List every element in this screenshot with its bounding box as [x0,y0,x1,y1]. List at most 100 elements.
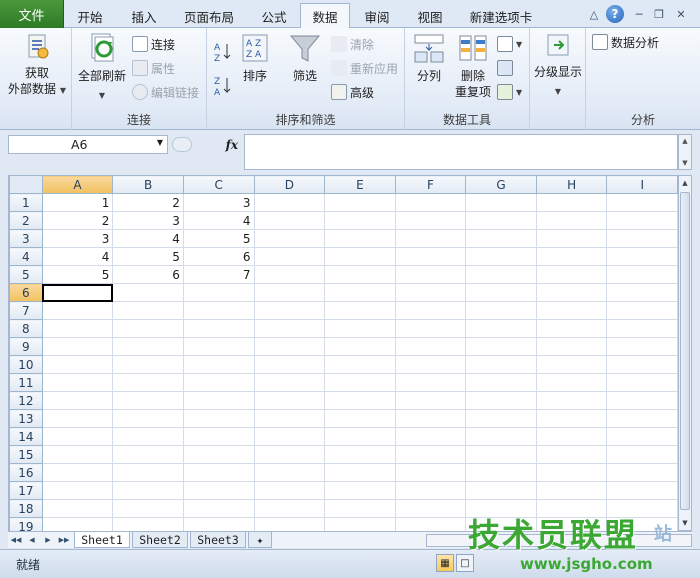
cell[interactable] [41,463,114,482]
cell[interactable] [606,355,678,374]
cell[interactable] [324,391,396,410]
column-header-c[interactable]: C [182,175,255,194]
cell[interactable] [606,337,678,356]
column-header-f[interactable]: F [394,175,467,194]
cell[interactable] [394,427,467,446]
cell[interactable]: 2 [41,211,114,230]
cell[interactable] [606,481,678,500]
page-layout-view-icon[interactable]: □ [456,554,474,572]
cell[interactable] [253,373,326,392]
scroll-up-icon[interactable]: ▲ [679,176,691,190]
cell[interactable] [535,265,608,284]
row-header[interactable]: 16 [9,463,43,482]
cell[interactable]: 3 [112,211,184,230]
cell[interactable] [253,499,326,518]
select-all-corner[interactable] [9,175,43,194]
cell[interactable]: 4 [41,247,114,266]
cell[interactable] [394,193,467,212]
cell[interactable] [182,517,255,531]
cell[interactable] [253,409,326,428]
cell[interactable] [394,247,467,266]
cell[interactable] [253,319,326,338]
sheet-tab-sheet3[interactable]: Sheet3 [190,532,246,548]
cell[interactable] [394,481,467,500]
name-box-dropdown-icon[interactable]: ▼ [157,138,163,147]
cell[interactable] [324,427,396,446]
remove-duplicates-button[interactable]: 删除 重复项 [451,32,495,100]
cell[interactable] [253,481,326,500]
cell[interactable] [535,427,608,446]
cell[interactable] [535,481,608,500]
cell[interactable] [324,193,396,212]
scroll-down-icon[interactable]: ▼ [679,516,691,530]
prev-sheet-icon[interactable]: ◀ [26,533,38,547]
next-sheet-icon[interactable]: ▶ [42,533,54,547]
cell[interactable] [112,337,184,356]
cell[interactable] [182,445,255,464]
row-header[interactable]: 4 [9,247,43,266]
row-header[interactable]: 18 [9,499,43,518]
column-header-a[interactable]: A [41,175,114,194]
cell[interactable] [112,481,184,500]
close-icon[interactable]: ✕ [672,5,690,23]
cell[interactable]: 2 [112,193,184,212]
cell[interactable] [394,319,467,338]
cell[interactable] [253,337,326,356]
column-header-g[interactable]: G [465,175,537,194]
column-header-i[interactable]: I [606,175,678,194]
cell[interactable] [606,463,678,482]
formula-bar-expand[interactable]: ▲ ▼ [678,134,692,170]
cell[interactable] [253,283,326,302]
reapply-button[interactable]: 重新应用 [331,58,398,78]
cell[interactable] [465,409,537,428]
text-to-columns-button[interactable]: 分列 [409,32,449,84]
cell[interactable] [112,373,184,392]
properties-button[interactable]: 属性 [132,58,175,78]
cell[interactable]: 5 [182,229,255,248]
minimize-icon[interactable]: ─ [630,5,648,23]
cell[interactable] [535,211,608,230]
cell[interactable] [253,193,326,212]
cell[interactable] [465,319,537,338]
cell[interactable]: 5 [112,247,184,266]
cell[interactable] [535,193,608,212]
row-header[interactable]: 3 [9,229,43,248]
filter-button[interactable]: 筛选 [285,32,325,84]
advanced-filter-button[interactable]: 高级 [331,82,374,102]
cell[interactable] [535,409,608,428]
cell[interactable] [41,373,114,392]
cell[interactable] [112,283,184,302]
cell[interactable]: 6 [112,265,184,284]
cell[interactable] [606,193,678,212]
row-header[interactable]: 7 [9,301,43,320]
cell[interactable] [606,319,678,338]
cell[interactable] [606,301,678,320]
cell[interactable] [324,301,396,320]
cell[interactable] [324,463,396,482]
row-header[interactable]: 6 [9,283,43,302]
cell[interactable] [41,337,114,356]
row-header[interactable]: 1 [9,193,43,212]
consolidate-button[interactable] [497,58,516,78]
cell[interactable] [394,301,467,320]
get-external-data-button[interactable]: 获取 外部数据 ▼ [6,32,68,99]
cell[interactable] [606,445,678,464]
cell[interactable] [182,283,255,302]
cell[interactable] [394,409,467,428]
cell[interactable] [41,391,114,410]
column-header-e[interactable]: E [324,175,396,194]
cell[interactable] [465,391,537,410]
cell[interactable] [253,463,326,482]
cell[interactable] [253,229,326,248]
cell[interactable] [182,427,255,446]
cell[interactable] [324,319,396,338]
cell[interactable]: 3 [182,193,255,212]
cell[interactable] [465,337,537,356]
sort-ascending-button[interactable]: A Z [213,42,233,63]
restore-icon[interactable]: ❐ [650,5,668,23]
cell[interactable] [182,391,255,410]
cell[interactable] [41,427,114,446]
vertical-scrollbar[interactable]: ▲ ▼ [678,175,692,531]
cell[interactable] [324,409,396,428]
cell[interactable] [394,373,467,392]
